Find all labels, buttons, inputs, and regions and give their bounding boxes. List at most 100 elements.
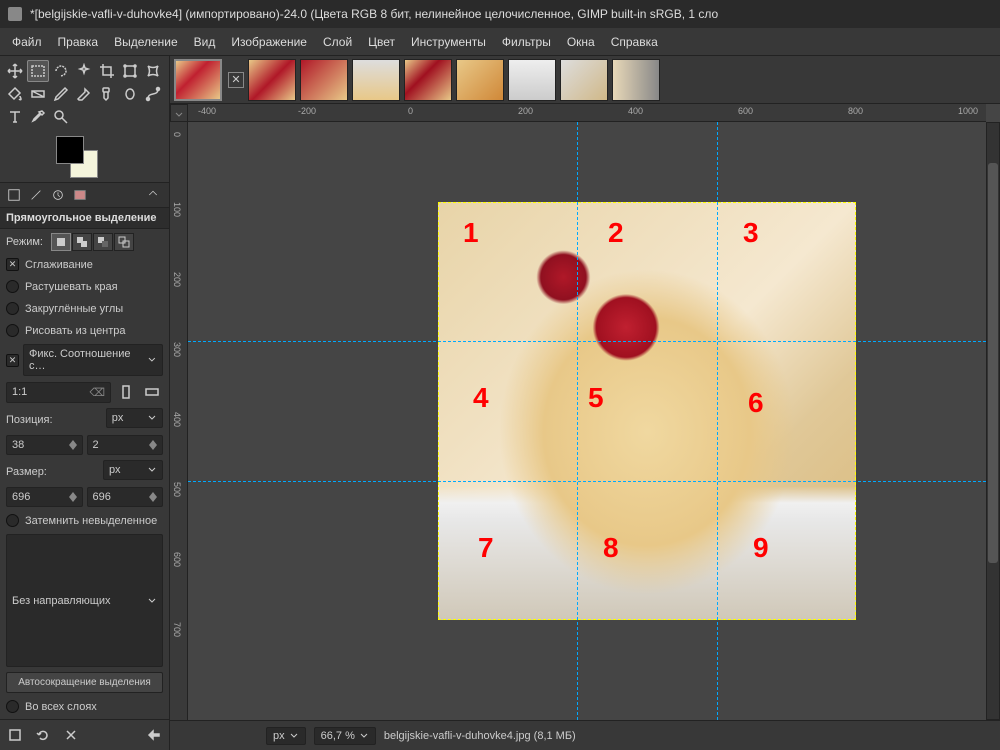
restore-preset-icon[interactable] <box>32 724 54 746</box>
app-icon <box>8 7 22 21</box>
image-tab[interactable] <box>508 59 556 101</box>
fixed-check[interactable] <box>6 354 19 367</box>
tab-device[interactable] <box>26 185 46 205</box>
delete-preset-icon[interactable] <box>60 724 82 746</box>
menu-file[interactable]: Файл <box>4 31 50 53</box>
feather-check[interactable] <box>6 280 19 293</box>
antialias-check[interactable] <box>6 258 19 271</box>
window-title: *[belgijskie-vafli-v-duhovke4] (импортир… <box>30 7 718 21</box>
menu-tools[interactable]: Инструменты <box>403 31 494 53</box>
status-unit[interactable]: px <box>266 727 306 745</box>
smudge-tool[interactable] <box>119 83 141 105</box>
text-tool[interactable] <box>4 106 26 128</box>
all-layers-check[interactable] <box>6 700 19 713</box>
ruler-horizontal[interactable]: -400 -200 0 200 400 600 800 1000 <box>188 104 986 122</box>
ratio-input[interactable]: 1:1⌫ <box>6 382 111 403</box>
pencil-tool[interactable] <box>50 83 72 105</box>
path-tool[interactable] <box>142 83 164 105</box>
gradient-tool[interactable] <box>27 83 49 105</box>
tab-image[interactable] <box>70 185 90 205</box>
bucket-tool[interactable] <box>4 83 26 105</box>
reset-icon[interactable] <box>143 724 165 746</box>
clone-tool[interactable] <box>96 83 118 105</box>
image-tab[interactable] <box>560 59 608 101</box>
menu-windows[interactable]: Окна <box>559 31 603 53</box>
menubar: Файл Правка Выделение Вид Изображение Сл… <box>0 28 1000 56</box>
canvas-image[interactable] <box>438 202 856 620</box>
fixed-select[interactable]: Фикс. Соотношение с… <box>23 344 163 376</box>
menu-select[interactable]: Выделение <box>106 31 186 53</box>
feather-label: Растушевать края <box>25 281 118 293</box>
image-tab[interactable] <box>174 59 222 101</box>
zoom-tool[interactable] <box>50 106 72 128</box>
canvas-viewport[interactable]: 1 2 3 4 5 6 7 8 9 <box>188 122 986 720</box>
tool-options: Режим: Сглаживание Растушевать края Закр… <box>0 229 169 719</box>
darken-check[interactable] <box>6 514 19 527</box>
crop-tool[interactable] <box>96 60 118 82</box>
rounded-check[interactable] <box>6 302 19 315</box>
image-tab[interactable] <box>612 59 660 101</box>
statusbar: px 66,7 % belgijskie-vafli-v-duhovke4.jp… <box>170 720 1000 750</box>
guides-select[interactable]: Без направляющих <box>6 534 163 667</box>
size-w-input[interactable]: 696 <box>6 487 83 507</box>
portrait-icon[interactable] <box>115 381 137 403</box>
rounded-label: Закруглённые углы <box>25 303 123 315</box>
save-preset-icon[interactable] <box>4 724 26 746</box>
mode-add[interactable] <box>72 233 92 251</box>
free-select-tool[interactable] <box>50 60 72 82</box>
close-tab-icon[interactable]: ✕ <box>228 72 244 88</box>
color-swatches[interactable] <box>0 132 169 182</box>
rect-select-tool[interactable] <box>27 60 49 82</box>
ruler-origin[interactable] <box>170 104 188 122</box>
image-tab[interactable] <box>300 59 348 101</box>
menu-layer[interactable]: Слой <box>315 31 360 53</box>
menu-filters[interactable]: Фильтры <box>494 31 559 53</box>
menu-color[interactable]: Цвет <box>360 31 403 53</box>
mode-intersect[interactable] <box>114 233 134 251</box>
eraser-tool[interactable] <box>73 83 95 105</box>
fuzzy-select-tool[interactable] <box>73 60 95 82</box>
tab-history[interactable] <box>48 185 68 205</box>
tab-menu-icon[interactable] <box>143 185 163 205</box>
darken-label: Затемнить невыделенное <box>25 515 157 527</box>
dock-tabs <box>0 182 169 208</box>
move-tool[interactable] <box>4 60 26 82</box>
status-filename: belgijskie-vafli-v-duhovke4.jpg (8,1 МБ) <box>384 730 576 742</box>
pos-x-input[interactable]: 38 <box>6 435 83 455</box>
pos-y-input[interactable]: 2 <box>87 435 164 455</box>
position-label: Позиция: <box>6 414 53 426</box>
foreground-color[interactable] <box>56 136 84 164</box>
pos-unit[interactable]: px <box>106 408 163 428</box>
eyedropper-tool[interactable] <box>27 106 49 128</box>
image-tab[interactable] <box>404 59 452 101</box>
image-tab[interactable] <box>248 59 296 101</box>
toolbox <box>0 56 169 132</box>
landscape-icon[interactable] <box>141 381 163 403</box>
status-zoom[interactable]: 66,7 % <box>314 727 376 745</box>
mode-label: Режим: <box>6 236 43 248</box>
tab-tool-options[interactable] <box>4 185 24 205</box>
image-tab[interactable] <box>352 59 400 101</box>
canvas-area: ✕ -400 -200 0 200 400 600 800 1000 0 100… <box>170 56 1000 750</box>
all-layers-label: Во всех слоях <box>25 701 97 713</box>
autoshrink-button[interactable]: Автосокращение выделения <box>6 672 163 693</box>
mode-replace[interactable] <box>51 233 71 251</box>
antialias-label: Сглаживание <box>25 259 93 271</box>
center-check[interactable] <box>6 324 19 337</box>
image-tab[interactable] <box>456 59 504 101</box>
left-panel: Прямоугольное выделение Режим: Сглаживан… <box>0 56 170 750</box>
scrollbar-vertical[interactable] <box>986 122 1000 720</box>
menu-help[interactable]: Справка <box>603 31 666 53</box>
center-label: Рисовать из центра <box>25 325 126 337</box>
warp-tool[interactable] <box>142 60 164 82</box>
size-h-input[interactable]: 696 <box>87 487 164 507</box>
size-unit[interactable]: px <box>103 460 163 480</box>
mode-subtract[interactable] <box>93 233 113 251</box>
menu-image[interactable]: Изображение <box>223 31 315 53</box>
tool-options-title: Прямоугольное выделение <box>0 208 169 229</box>
transform-tool[interactable] <box>119 60 141 82</box>
ruler-vertical[interactable]: 0 100 200 300 400 500 600 700 <box>170 122 188 720</box>
menu-edit[interactable]: Правка <box>50 31 107 53</box>
scrollbar-thumb[interactable] <box>988 163 998 563</box>
menu-view[interactable]: Вид <box>186 31 224 53</box>
